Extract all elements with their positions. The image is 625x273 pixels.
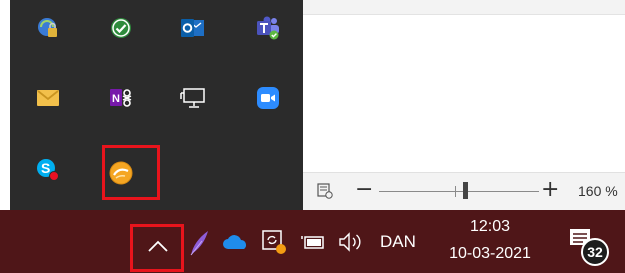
document-top-strip (303, 0, 625, 15)
zoom-slider-thumb[interactable] (463, 182, 468, 199)
notification-count-badge[interactable]: 32 (581, 238, 609, 266)
chevron-up-icon (148, 240, 168, 252)
input-language-indicator[interactable]: DAN (380, 232, 416, 252)
taskbar: DAN 12:03 10-03-2021 32 (0, 210, 625, 273)
volume-speaker-icon[interactable] (336, 230, 368, 254)
mail-envelope-icon[interactable] (30, 80, 66, 116)
outlook-icon[interactable] (175, 10, 211, 46)
zoom-slider-center-tick (455, 186, 456, 197)
teams-icon[interactable] (250, 10, 286, 46)
skype-icon[interactable]: S (30, 152, 66, 188)
web-layout-view-icon[interactable] (317, 183, 333, 199)
onedrive-cloud-icon[interactable] (221, 230, 251, 254)
svg-text:N: N (112, 93, 120, 105)
display-monitor-icon[interactable] (175, 80, 211, 116)
show-hidden-icons-button[interactable] (130, 224, 184, 272)
clock-time[interactable]: 12:03 (440, 218, 540, 236)
onenote-clipper-icon[interactable]: N (103, 80, 139, 116)
clock-date[interactable]: 10-03-2021 (440, 245, 540, 263)
battery-icon[interactable] (299, 232, 327, 252)
zoom-slider-track[interactable] (379, 191, 539, 192)
tray-overflow-flyout: N S (10, 0, 303, 210)
zoom-in-button[interactable]: + (541, 178, 559, 202)
network-lock-icon[interactable] (30, 10, 66, 46)
feather-pen-icon[interactable] (186, 228, 212, 258)
green-check-icon[interactable] (103, 10, 139, 46)
highlight-box-tray-icon (102, 145, 160, 200)
svg-text:S: S (41, 160, 50, 176)
zoom-out-button[interactable]: − (355, 178, 373, 202)
zoom-level-label[interactable]: 160 % (578, 183, 618, 199)
sync-center-icon[interactable] (259, 226, 291, 258)
zoom-video-icon[interactable] (250, 80, 286, 116)
document-status-bar: − + 160 % (303, 172, 625, 211)
